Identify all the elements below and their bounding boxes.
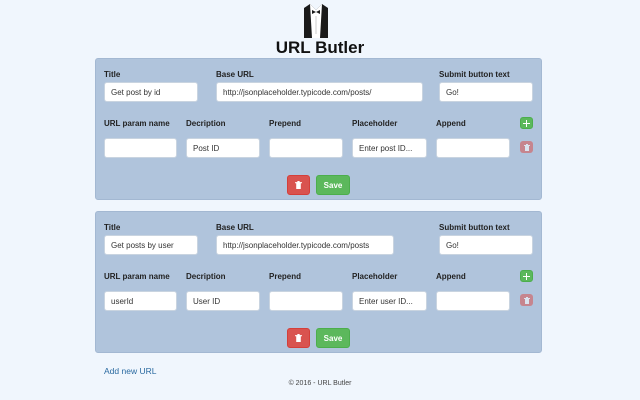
- param-placeholder-input[interactable]: Enter post ID...: [352, 138, 427, 158]
- param-description-input[interactable]: Post ID: [186, 138, 260, 158]
- param-name-label: URL param name: [104, 119, 170, 128]
- url-panel: Title Base URL Submit button text Get po…: [95, 211, 542, 353]
- trash-icon: [295, 334, 302, 342]
- delete-param-button[interactable]: [520, 141, 533, 153]
- trash-icon: [523, 143, 530, 151]
- param-name-label: URL param name: [104, 272, 170, 281]
- param-name-input[interactable]: [104, 138, 177, 158]
- description-label: Decription: [186, 272, 226, 281]
- param-description-input[interactable]: User ID: [186, 291, 260, 311]
- delete-param-button[interactable]: [520, 294, 533, 306]
- placeholder-label: Placeholder: [352, 272, 398, 281]
- param-prepend-input[interactable]: [269, 291, 343, 311]
- footer: © 2016 - URL Butler: [288, 380, 352, 387]
- param-prepend-input[interactable]: [269, 138, 343, 158]
- title-input[interactable]: Get post by id: [104, 82, 198, 102]
- trash-icon: [523, 296, 530, 304]
- app-title: URL Butler: [275, 38, 365, 57]
- delete-url-button[interactable]: [287, 328, 310, 348]
- submit-text-input[interactable]: Go!: [439, 235, 533, 255]
- add-param-button[interactable]: [520, 117, 533, 129]
- placeholder-label: Placeholder: [352, 119, 398, 128]
- submit-text-label: Submit button text: [439, 70, 510, 79]
- prepend-label: Prepend: [269, 272, 302, 281]
- append-label: Append: [436, 119, 466, 128]
- param-append-input[interactable]: [436, 291, 510, 311]
- title-label: Title: [104, 223, 121, 232]
- base-url-input[interactable]: http://jsonplaceholder.typicode.com/post…: [216, 82, 423, 102]
- submit-text-input[interactable]: Go!: [439, 82, 533, 102]
- param-name-input[interactable]: userId: [104, 291, 177, 311]
- append-label: Append: [436, 272, 466, 281]
- prepend-label: Prepend: [269, 119, 302, 128]
- param-placeholder-input[interactable]: Enter user ID...: [352, 291, 427, 311]
- title-input[interactable]: Get posts by user: [104, 235, 198, 255]
- plus-icon: [523, 272, 530, 280]
- add-param-button[interactable]: [520, 270, 533, 282]
- trash-icon: [295, 181, 302, 189]
- submit-text-label: Submit button text: [439, 223, 510, 232]
- description-label: Decription: [186, 119, 226, 128]
- add-new-url-link[interactable]: Add new URL: [104, 366, 156, 376]
- save-button[interactable]: Save: [316, 175, 350, 195]
- url-panel: Title Base URL Submit button text Get po…: [95, 58, 542, 200]
- base-url-input[interactable]: http://jsonplaceholder.typicode.com/post…: [216, 235, 394, 255]
- delete-url-button[interactable]: [287, 175, 310, 195]
- save-button[interactable]: Save: [316, 328, 350, 348]
- base-url-label: Base URL: [216, 223, 254, 232]
- plus-icon: [523, 119, 530, 127]
- title-label: Title: [104, 70, 121, 79]
- butler-logo-icon: [302, 4, 330, 38]
- base-url-label: Base URL: [216, 70, 254, 79]
- param-append-input[interactable]: [436, 138, 510, 158]
